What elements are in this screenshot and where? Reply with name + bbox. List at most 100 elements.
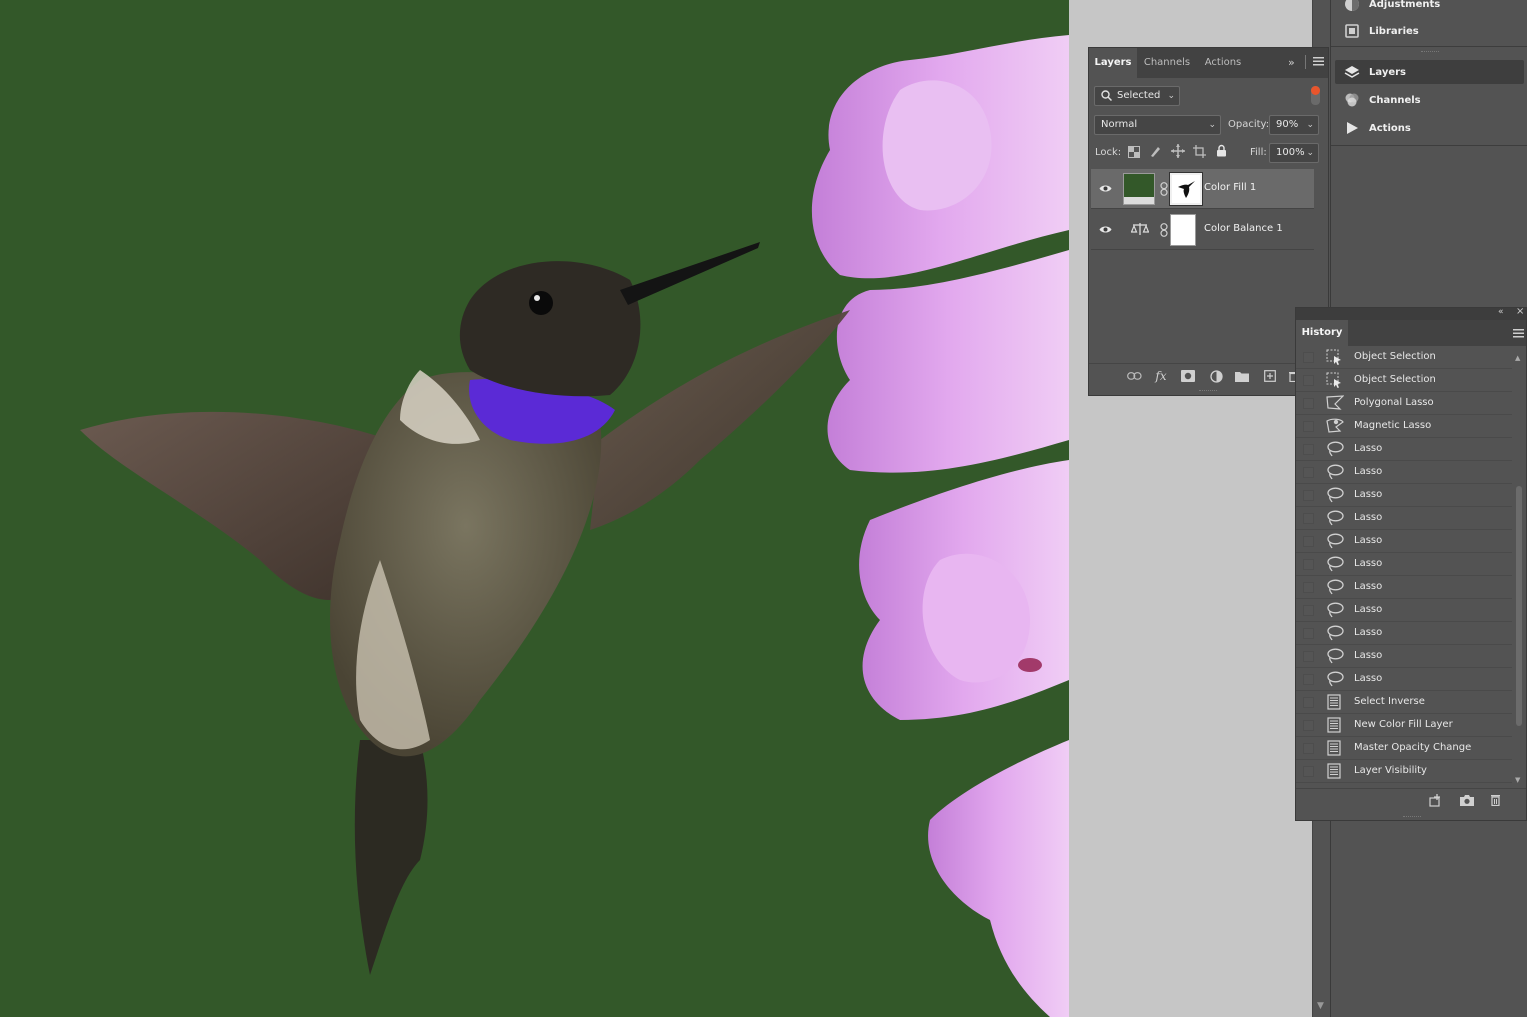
lasso-icon xyxy=(1326,533,1344,549)
history-state-row[interactable]: Object Selection xyxy=(1296,369,1512,392)
history-brush-source-checkbox[interactable] xyxy=(1303,674,1314,685)
history-scrollbar[interactable]: ▲ ▼ xyxy=(1514,354,1524,786)
trash-icon[interactable] xyxy=(1490,794,1501,809)
history-brush-source-checkbox[interactable] xyxy=(1303,628,1314,639)
dock-item-layers[interactable]: Layers xyxy=(1335,60,1524,84)
scroll-down-icon[interactable]: ▼ xyxy=(1515,776,1520,784)
dock-item-channels[interactable]: Channels xyxy=(1335,88,1524,112)
panel-menu-icon[interactable] xyxy=(1313,56,1324,69)
history-state-row[interactable]: Magnetic Lasso xyxy=(1296,415,1512,438)
opacity-field[interactable]: 90% ⌄ xyxy=(1269,115,1319,135)
close-icon[interactable]: × xyxy=(1516,306,1524,317)
lock-all-icon[interactable] xyxy=(1216,144,1227,160)
history-state-row[interactable]: Select Inverse xyxy=(1296,691,1512,714)
history-brush-source-checkbox[interactable] xyxy=(1303,444,1314,455)
history-state-row[interactable]: Object Selection xyxy=(1296,346,1512,369)
history-state-row[interactable]: New Color Fill Layer xyxy=(1296,714,1512,737)
panel-resize-grip[interactable] xyxy=(1199,390,1217,393)
history-brush-source-checkbox[interactable] xyxy=(1303,582,1314,593)
history-brush-source-checkbox[interactable] xyxy=(1303,559,1314,570)
layer-row-color-balance-1[interactable]: Color Balance 1 xyxy=(1091,210,1314,250)
history-brush-source-checkbox[interactable] xyxy=(1303,375,1314,386)
lock-artboard-icon[interactable] xyxy=(1193,145,1206,161)
history-brush-source-checkbox[interactable] xyxy=(1303,352,1314,363)
history-brush-source-checkbox[interactable] xyxy=(1303,421,1314,432)
history-state-row[interactable]: Lasso xyxy=(1296,507,1512,530)
history-brush-source-checkbox[interactable] xyxy=(1303,513,1314,524)
history-state-row[interactable]: Lasso xyxy=(1296,599,1512,622)
lasso-icon xyxy=(1326,579,1344,595)
lock-position-icon[interactable] xyxy=(1171,144,1185,161)
tab-actions[interactable]: Actions xyxy=(1197,48,1249,78)
history-brush-source-checkbox[interactable] xyxy=(1303,490,1314,501)
layer-row-color-fill-1[interactable]: Color Fill 1 xyxy=(1091,169,1314,209)
panel-resize-grip[interactable] xyxy=(1403,816,1421,819)
layer-filter-dropdown[interactable]: Selected ⌄ xyxy=(1094,86,1180,106)
add-mask-icon[interactable] xyxy=(1180,368,1196,384)
history-state-row[interactable]: Lasso xyxy=(1296,438,1512,461)
scroll-up-icon[interactable]: ▲ xyxy=(1515,354,1520,362)
history-state-row[interactable]: Lasso xyxy=(1296,622,1512,645)
history-state-label: Lasso xyxy=(1354,535,1383,546)
history-state-row[interactable]: Polygonal Lasso xyxy=(1296,392,1512,415)
history-state-row[interactable]: Lasso xyxy=(1296,461,1512,484)
history-brush-source-checkbox[interactable] xyxy=(1303,766,1314,777)
history-brush-source-checkbox[interactable] xyxy=(1303,536,1314,547)
document-canvas[interactable] xyxy=(0,0,1069,1017)
eye-icon[interactable] xyxy=(1099,225,1112,237)
fx-icon[interactable]: fx xyxy=(1153,368,1169,384)
history-brush-source-checkbox[interactable] xyxy=(1303,467,1314,478)
adjustment-layer-icon[interactable] xyxy=(1208,368,1224,384)
new-document-from-state-icon[interactable] xyxy=(1428,794,1442,810)
eye-icon[interactable] xyxy=(1099,184,1112,196)
link-icon[interactable] xyxy=(1160,223,1168,240)
history-state-row[interactable]: Layer Visibility xyxy=(1296,760,1512,783)
history-state-row[interactable]: Lasso xyxy=(1296,553,1512,576)
link-layers-icon[interactable] xyxy=(1126,368,1142,384)
lock-transparent-pixels-icon[interactable] xyxy=(1128,146,1140,161)
history-state-row[interactable]: Lasso xyxy=(1296,484,1512,507)
layer-mask-thumbnail[interactable] xyxy=(1170,214,1196,246)
dock-item-libraries[interactable]: Libraries xyxy=(1335,19,1524,43)
history-state-row[interactable]: Lasso xyxy=(1296,645,1512,668)
fill-field[interactable]: 100% ⌄ xyxy=(1269,143,1319,163)
history-brush-source-checkbox[interactable] xyxy=(1303,398,1314,409)
camera-icon[interactable] xyxy=(1460,795,1474,809)
folder-icon[interactable] xyxy=(1234,368,1250,384)
history-brush-source-checkbox[interactable] xyxy=(1303,651,1314,662)
scroll-thumb[interactable] xyxy=(1516,486,1522,726)
history-brush-source-checkbox[interactable] xyxy=(1303,743,1314,754)
new-layer-icon[interactable] xyxy=(1262,368,1278,384)
blend-mode-dropdown[interactable]: Normal ⌄ xyxy=(1094,115,1221,135)
link-icon[interactable] xyxy=(1160,182,1168,199)
collapse-panel-icon[interactable]: « xyxy=(1498,307,1504,317)
filter-toggle-switch[interactable] xyxy=(1311,86,1320,105)
color-fill-thumbnail[interactable] xyxy=(1123,173,1155,205)
expand-panel-icon[interactable]: » xyxy=(1288,56,1295,69)
lasso-icon xyxy=(1326,671,1344,687)
history-state-label: New Color Fill Layer xyxy=(1354,719,1453,730)
tab-channels[interactable]: Channels xyxy=(1139,48,1195,78)
layer-name: Color Balance 1 xyxy=(1204,223,1283,234)
history-panel-tabbar: History xyxy=(1296,320,1526,346)
scroll-down-icon[interactable]: ▼ xyxy=(1317,1001,1324,1011)
history-state-row[interactable]: Lasso xyxy=(1296,530,1512,553)
history-brush-source-checkbox[interactable] xyxy=(1303,605,1314,616)
lock-image-pixels-icon[interactable] xyxy=(1149,145,1162,161)
dock-item-adjustments[interactable]: Adjustments xyxy=(1335,0,1524,16)
layer-mask-thumbnail[interactable] xyxy=(1169,172,1203,206)
dock-item-actions[interactable]: Actions xyxy=(1335,116,1524,140)
history-state-row[interactable]: Lasso xyxy=(1296,668,1512,691)
history-state-label: Lasso xyxy=(1354,604,1383,615)
color-balance-scale-icon[interactable] xyxy=(1130,222,1150,239)
lasso-icon xyxy=(1326,464,1344,480)
history-brush-source-checkbox[interactable] xyxy=(1303,697,1314,708)
panel-menu-icon[interactable] xyxy=(1513,328,1524,341)
history-state-row[interactable]: Lasso xyxy=(1296,576,1512,599)
tab-layers[interactable]: Layers xyxy=(1089,48,1137,78)
history-state-row[interactable]: Master Opacity Change xyxy=(1296,737,1512,760)
history-brush-source-checkbox[interactable] xyxy=(1303,720,1314,731)
object-selection-icon xyxy=(1326,372,1344,388)
tab-history[interactable]: History xyxy=(1296,320,1348,346)
dock-grip[interactable] xyxy=(1421,51,1439,54)
